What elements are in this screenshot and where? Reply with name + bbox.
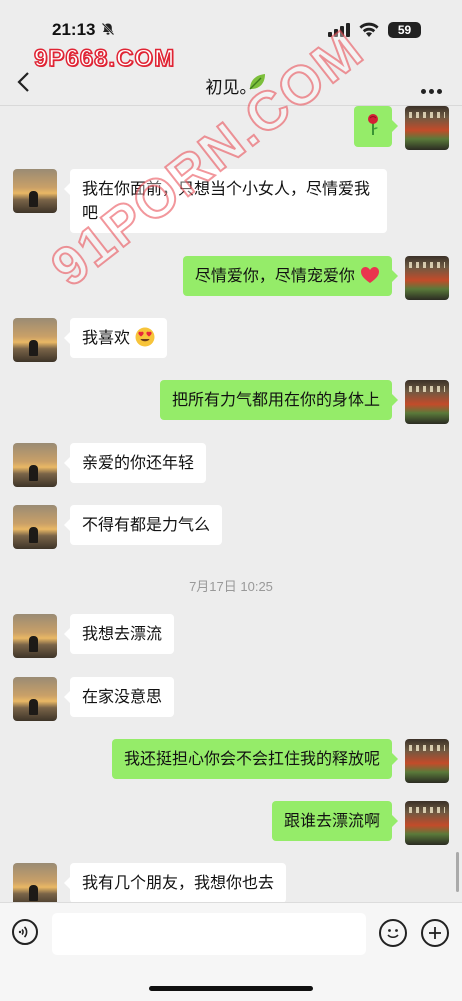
more-functions-button[interactable] <box>421 919 449 947</box>
message-text: 我喜欢 <box>82 328 131 347</box>
emoji-button[interactable] <box>379 919 407 947</box>
message-text: 在家没意思 <box>82 687 163 706</box>
message-text: 我还挺担心你会不会扛住我的释放呢 <box>123 749 380 768</box>
contact-avatar[interactable] <box>13 863 57 907</box>
message-text: 亲爱的你还年轻 <box>82 453 195 472</box>
message-bubble[interactable]: 跟谁去漂流啊 <box>271 801 399 841</box>
my-avatar[interactable] <box>405 739 449 783</box>
message-text: 我有几个朋友，我想你也去 <box>82 873 275 892</box>
message-bubble[interactable]: 我有几个朋友，我想你也去 <box>63 863 287 903</box>
wifi-icon <box>359 22 379 37</box>
battery-indicator: 59 <box>388 22 421 38</box>
contact-avatar[interactable] <box>13 505 57 549</box>
contact-avatar[interactable] <box>13 443 57 487</box>
chat-timestamp: 7月17日 10:25 <box>189 579 273 594</box>
message-bubble[interactable]: 我在你面前，只想当个小女人，尽情爱我吧 <box>64 169 387 233</box>
message-bubble[interactable]: 我喜欢 <box>63 318 168 358</box>
contact-avatar[interactable] <box>13 318 57 362</box>
message-bubble[interactable]: 不得有都是力气么 <box>63 505 223 545</box>
message-text: 跟谁去漂流啊 <box>283 811 380 830</box>
chat-header: 初见。 <box>0 55 462 106</box>
leaf-icon <box>249 74 265 90</box>
voice-icon <box>18 926 28 938</box>
message-bubble[interactable]: 我想去漂流 <box>63 614 175 654</box>
message-text: 尽情爱你，尽情宠爱你 <box>194 266 355 285</box>
chat-scrollbar[interactable] <box>456 852 459 892</box>
voice-input-button[interactable] <box>12 919 38 945</box>
message-text: 我想去漂流 <box>82 624 163 643</box>
contact-avatar[interactable] <box>13 614 57 658</box>
input-bar <box>0 902 462 1001</box>
my-avatar[interactable] <box>405 380 449 424</box>
smiley-icon <box>387 929 399 939</box>
message-input[interactable] <box>52 913 366 955</box>
message-text: 把所有力气都用在你的身体上 <box>171 390 380 409</box>
message-text: 我在你面前，只想当个小女人，尽情爱我吧 <box>82 179 371 222</box>
rose-emoji-icon <box>368 114 378 135</box>
bell-muted-icon <box>101 22 115 36</box>
message-bubble[interactable] <box>354 106 398 147</box>
message-bubble[interactable]: 亲爱的你还年轻 <box>63 443 207 483</box>
chat-title: 初见。 <box>205 78 257 98</box>
signal-icon <box>328 23 350 37</box>
status-time: 21:13 <box>52 20 96 39</box>
heart-emoji-icon <box>361 267 379 283</box>
status-bar: 21:13 59 <box>0 0 462 50</box>
contact-avatar[interactable] <box>13 169 57 213</box>
plus-icon <box>429 927 441 939</box>
my-avatar[interactable] <box>405 106 449 150</box>
message-bubble[interactable]: 尽情爱你，尽情宠爱你 <box>182 256 399 296</box>
message-bubble[interactable]: 把所有力气都用在你的身体上 <box>159 380 399 420</box>
message-bubble[interactable]: 在家没意思 <box>63 677 175 717</box>
more-options-icon[interactable] <box>421 79 445 98</box>
message-bubble[interactable]: 我还挺担心你会不会扛住我的释放呢 <box>111 739 399 779</box>
heart-eyes-emoji-icon <box>135 327 155 347</box>
contact-avatar[interactable] <box>13 677 57 721</box>
my-avatar[interactable] <box>405 256 449 300</box>
my-avatar[interactable] <box>405 801 449 845</box>
home-indicator[interactable] <box>149 986 313 991</box>
message-text: 不得有都是力气么 <box>82 515 211 534</box>
